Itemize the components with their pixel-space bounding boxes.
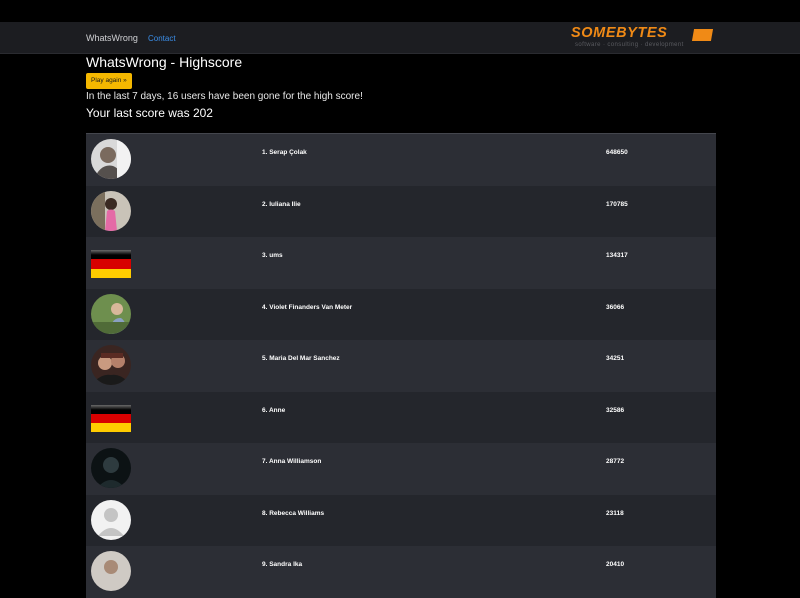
player-score: 36066 <box>606 303 625 311</box>
player-score: 648650 <box>606 149 628 156</box>
player-score: 170785 <box>606 200 628 208</box>
table-row: 1. Serap Çolak 648650 <box>86 134 716 186</box>
player-score: 28772 <box>606 458 625 465</box>
table-row: 6. Anne 32586 <box>86 391 716 443</box>
table-row: 4. Violet Finanders Van Meter 36066 <box>86 288 716 340</box>
player-score: 23118 <box>606 509 624 517</box>
avatar <box>91 551 131 591</box>
germany-flag-icon <box>91 250 131 278</box>
avatar <box>91 448 131 488</box>
somebytes-logo[interactable]: SOMEBYTES software · consulting · develo… <box>571 25 716 51</box>
last-score-text: Your last score was 202 <box>86 106 213 120</box>
highscore-table: 1. Serap Çolak 648650 2. Iuliana Ilie 17… <box>86 133 716 598</box>
top-navbar: WhatsWrong Contact SOMEBYTES software · … <box>0 22 800 54</box>
table-row: 5. Maria Del Mar Sanchez 34251 <box>86 340 716 392</box>
avatar <box>91 139 131 179</box>
weekly-stats-text: In the last 7 days, 16 users have been g… <box>86 91 363 102</box>
avatar <box>91 345 131 385</box>
logo-tagline: software · consulting · development <box>575 42 684 48</box>
play-again-button[interactable]: Play again » <box>86 73 132 89</box>
brand-link[interactable]: WhatsWrong <box>86 33 138 43</box>
table-row: 3. ums 134317 <box>86 237 716 289</box>
table-row: 9. Sandra Ika 20410 <box>86 546 716 598</box>
avatar <box>91 293 131 334</box>
player-name: 3. ums <box>262 252 283 259</box>
player-name: 7. Anna Williamson <box>262 458 322 465</box>
player-score: 34251 <box>606 355 625 362</box>
player-name: 5. Maria Del Mar Sanchez <box>262 355 340 362</box>
player-name: 4. Violet Finanders Van Meter <box>262 303 353 311</box>
player-score: 32586 <box>606 406 625 414</box>
logo-text: SOMEBYTES <box>571 25 668 41</box>
avatar <box>91 190 131 231</box>
player-name: 2. Iuliana Ilie <box>262 200 301 208</box>
player-name: 1. Serap Çolak <box>262 149 307 156</box>
player-name: 8. Rebecca Williams <box>262 509 325 517</box>
table-row: 2. Iuliana Ilie 170785 <box>86 185 716 237</box>
player-name: 9. Sandra Ika <box>262 561 303 568</box>
default-user-icon <box>91 499 131 540</box>
logo-square-icon <box>691 29 714 41</box>
page-title: WhatsWrong - Highscore <box>86 54 243 70</box>
germany-flag-icon <box>91 404 131 433</box>
table-row: 8. Rebecca Williams 23118 <box>86 494 716 546</box>
contact-link[interactable]: Contact <box>148 34 176 43</box>
player-score: 134317 <box>606 252 628 259</box>
player-score: 20410 <box>606 561 625 568</box>
player-name: 6. Anne <box>262 406 286 414</box>
table-row: 7. Anna Williamson 28772 <box>86 443 716 495</box>
